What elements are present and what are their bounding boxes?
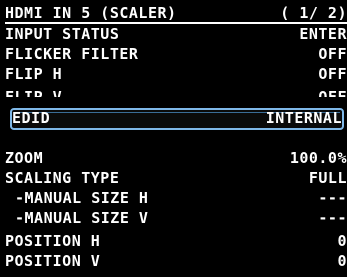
menu-item-flip-v[interactable]: FLIP V OFF	[5, 88, 347, 97]
menu-item-position-h[interactable]: POSITION H 0	[5, 232, 347, 251]
menu-item-label: -MANUAL SIZE H	[15, 189, 149, 207]
menu-item-label: POSITION H	[5, 232, 101, 250]
menu-item-value: INTERNAL	[265, 109, 342, 127]
menu-item-value: FULL	[308, 169, 347, 187]
menu-item-value: ENTER	[299, 25, 347, 43]
menu-item-label: FLIP V	[5, 88, 63, 97]
menu-item-flicker-filter[interactable]: FLICKER FILTER OFF	[5, 45, 347, 64]
menu-item-input-status[interactable]: INPUT STATUS ENTER	[5, 25, 347, 44]
menu-item-value: OFF	[318, 65, 347, 83]
menu-item-value: OFF	[318, 88, 347, 97]
menu-item-label: POSITION V	[5, 252, 101, 270]
menu-item-label: EDID	[12, 109, 51, 127]
menu-item-position-v[interactable]: POSITION V 0	[5, 252, 347, 271]
menu-item-label: -MANUAL SIZE V	[15, 209, 149, 227]
page-indicator: ( 1/ 2)	[280, 4, 347, 22]
menu-item-value: ---	[318, 189, 347, 207]
menu-item-manual-size-v[interactable]: -MANUAL SIZE V ---	[5, 209, 347, 228]
menu-item-value: 0	[337, 252, 347, 270]
menu-item-manual-size-h[interactable]: -MANUAL SIZE H ---	[5, 189, 347, 208]
menu-item-value: 100.0%	[289, 149, 347, 167]
header-divider	[5, 22, 347, 24]
menu-item-label: SCALING TYPE	[5, 169, 120, 187]
menu-item-scaling-type[interactable]: SCALING TYPE FULL	[5, 169, 347, 188]
menu-item-flip-h[interactable]: FLIP H OFF	[5, 65, 347, 84]
menu-item-value: 0	[337, 232, 347, 250]
menu-title: HDMI IN 5 (SCALER)	[5, 4, 177, 22]
menu-screen: HDMI IN 5 (SCALER) ( 1/ 2) INPUT STATUS …	[0, 0, 347, 277]
menu-item-label: INPUT STATUS	[5, 25, 120, 43]
menu-item-label: FLICKER FILTER	[5, 45, 139, 63]
menu-item-label: ZOOM	[5, 149, 44, 167]
menu-item-value: OFF	[318, 45, 347, 63]
menu-header: HDMI IN 5 (SCALER) ( 1/ 2)	[5, 4, 347, 23]
menu-item-edid[interactable]: EDID INTERNAL	[12, 109, 342, 128]
menu-item-zoom[interactable]: ZOOM 100.0%	[5, 149, 347, 168]
menu-item-label: FLIP H	[5, 65, 63, 83]
menu-item-value: ---	[318, 209, 347, 227]
